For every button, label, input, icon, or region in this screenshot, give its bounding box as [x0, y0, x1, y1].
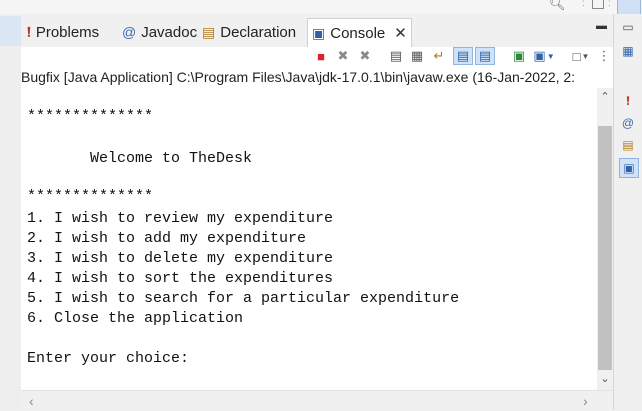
scroll-down-icon[interactable]: ⌄ — [598, 372, 612, 388]
scroll-up-icon[interactable]: ⌃ — [598, 90, 612, 106]
open-console-icon[interactable]: □ ▼ — [573, 48, 590, 64]
console-line: 5. I wish to search for a particular exp… — [27, 290, 460, 307]
close-icon[interactable]: ✕ — [394, 24, 407, 42]
console-icon[interactable]: ▣ — [619, 158, 639, 178]
toolbar-separator: : — [608, 0, 611, 9]
javadoc-icon: @ — [122, 24, 137, 40]
horizontal-scrollbar[interactable]: ‹ › — [21, 390, 613, 411]
show-console-stderr-icon[interactable]: ▤ — [475, 47, 495, 65]
remove-all-terminated-icon[interactable]: ✖ — [357, 48, 373, 64]
console-line: Welcome to TheDesk — [27, 150, 253, 167]
minimize-icon[interactable]: ▬ — [596, 20, 607, 32]
show-console-stdout-icon[interactable]: ▤ — [453, 47, 473, 65]
tab-label: Console — [330, 24, 386, 42]
restore-icon[interactable]: ▭ — [619, 18, 637, 36]
tab-label: Declaration — [220, 23, 297, 41]
window-top-strip: 🔍︎ : : — [0, 0, 642, 16]
console-line: 1. I wish to review my expenditure — [27, 210, 334, 227]
remove-launch-icon[interactable]: ✖ — [335, 48, 351, 64]
scroll-right-icon[interactable]: › — [583, 393, 588, 409]
clear-console-icon[interactable]: ▤ — [388, 48, 404, 64]
console-line: ************** — [27, 188, 154, 205]
display-selected-console-icon[interactable]: ▣ ▼ — [533, 48, 554, 64]
console-toolbar: ■ ✖ ✖ ▤ ▦ ↵ ▤ ▤ ▣ ▣ ▼ □ ▼ ⋮ — [21, 47, 613, 67]
javadoc-icon[interactable]: @ — [619, 114, 637, 132]
tab-label: Problems — [35, 23, 100, 41]
scroll-lock-icon[interactable]: ▦ — [409, 48, 425, 64]
word-wrap-icon[interactable]: ↵ — [431, 48, 447, 64]
console-output[interactable]: ************** Welcome to TheDesk ******… — [21, 88, 597, 390]
view-menu-icon[interactable]: ⋮ — [596, 48, 612, 64]
tab-label: Javadoc — [141, 23, 198, 41]
left-gutter — [0, 14, 22, 410]
outline-icon[interactable]: ▦ — [619, 42, 637, 60]
declaration-icon: ▤ — [202, 24, 216, 40]
terminate-icon[interactable]: ■ — [313, 48, 329, 64]
declaration-icon[interactable]: ▤ — [619, 136, 637, 154]
toolbar-separator: : — [582, 0, 585, 9]
scrollbar-thumb[interactable] — [598, 126, 612, 370]
launch-info-label: Bugfix [Java Application] C:\Program Fil… — [21, 67, 613, 88]
pin-console-icon[interactable]: ▣ — [511, 48, 527, 64]
right-trim-stack: ▭ ▦ ❗︎ @ ▤ ▣ — [613, 14, 642, 410]
tab-javadoc[interactable]: @ Javadoc — [122, 19, 197, 45]
tab-console[interactable]: ▣ Console ✕ — [307, 18, 412, 47]
console-line: 4. I wish to sort the expenditures — [27, 270, 334, 287]
console-line: 3. I wish to delete my expenditure — [27, 250, 334, 267]
console-line: 6. Close the application — [27, 310, 244, 327]
problems-icon: ❗︎ — [27, 24, 31, 40]
view-tab-bar: ❗︎ Problems @ Javadoc ▤ Declaration ▣ Co… — [21, 14, 613, 48]
search-icon[interactable]: 🔍︎ — [549, 0, 566, 12]
console-icon: ▣ — [312, 25, 326, 41]
vertical-scrollbar[interactable]: ⌃ ⌄ — [597, 88, 613, 390]
scroll-left-icon[interactable]: ‹ — [29, 393, 34, 409]
open-perspective-icon[interactable] — [592, 0, 604, 9]
console-line: 2. I wish to add my expenditure — [27, 230, 307, 247]
tab-problems[interactable]: ❗︎ Problems — [27, 19, 99, 45]
console-line: Enter your choice: — [27, 350, 190, 367]
problems-icon[interactable]: ❗︎ — [619, 92, 637, 110]
editor-area-edge — [0, 16, 21, 46]
console-line: ************** — [27, 108, 154, 125]
tab-declaration[interactable]: ▤ Declaration — [202, 19, 296, 45]
